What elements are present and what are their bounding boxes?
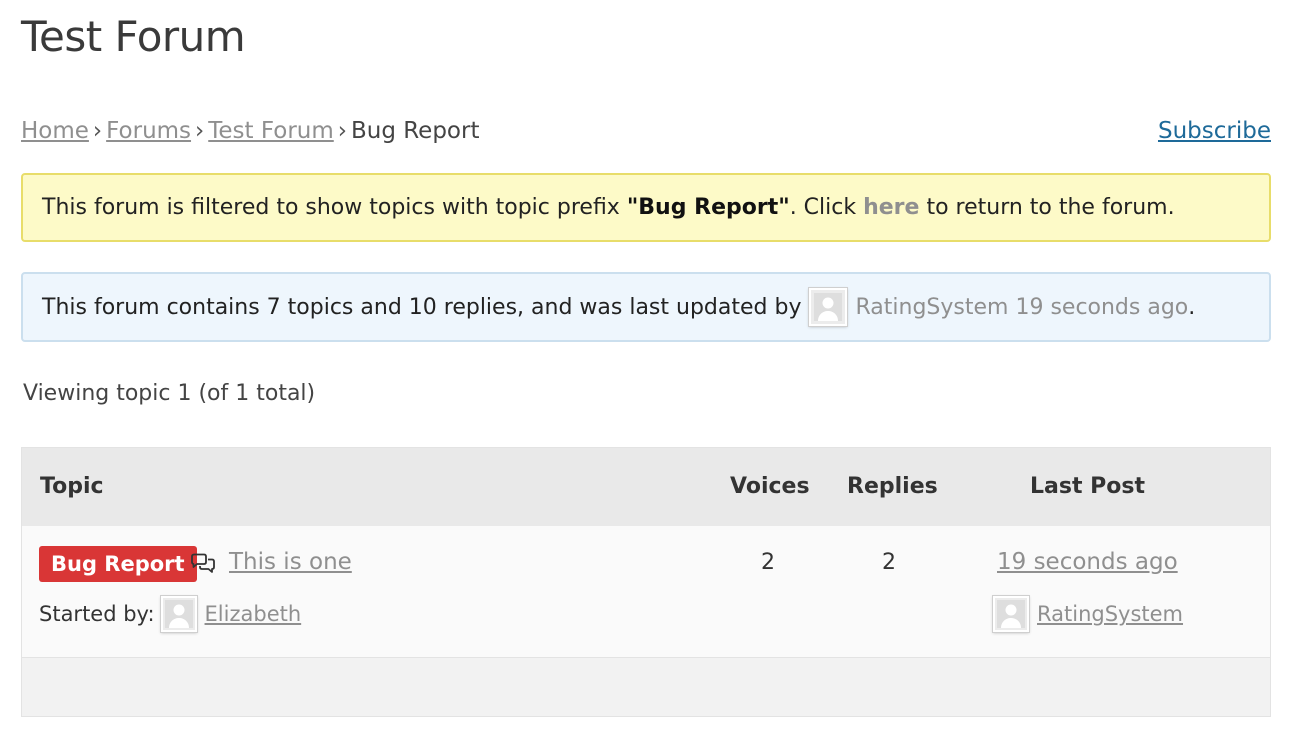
filter-notice: This forum is filtered to show topics wi…: [21, 173, 1271, 242]
topic-prefix-badge[interactable]: Bug Report: [39, 546, 197, 582]
breadcrumb-home-link[interactable]: Home: [21, 118, 89, 144]
breadcrumb-separator: ›: [195, 118, 205, 144]
breadcrumb-current: Bug Report: [350, 118, 480, 144]
breadcrumb-forums-link[interactable]: Forums: [106, 118, 191, 144]
topics-table: Topic Voices Replies Last Post Bug Repor…: [21, 447, 1271, 717]
page-title: Test Forum: [21, 12, 246, 61]
last-post-author: RatingSystem: [993, 596, 1183, 632]
chat-bubbles-icon: [191, 553, 215, 573]
last-updated-user-link[interactable]: RatingSystem: [855, 295, 1008, 320]
filter-notice-text: This forum is filtered to show topics wi…: [42, 195, 1175, 220]
topic-started-by: Started by: Elizabeth: [39, 596, 301, 632]
forum-info-end: .: [1188, 294, 1196, 320]
started-by-label: Started by:: [39, 602, 155, 626]
topic-voices-count: 2: [761, 550, 775, 575]
topic-title-link[interactable]: This is one: [229, 549, 352, 575]
subscribe-link[interactable]: Subscribe: [1158, 118, 1271, 144]
default-avatar-icon[interactable]: [993, 596, 1029, 632]
return-to-forum-link[interactable]: here: [863, 195, 919, 220]
breadcrumb-separator: ›: [337, 118, 347, 144]
breadcrumb-separator: ›: [92, 118, 103, 144]
table-header: Topic Voices Replies Last Post: [22, 448, 1270, 526]
default-avatar-icon[interactable]: [160, 596, 197, 632]
table-row: Bug Report This is one Started by: Eliza…: [22, 526, 1270, 658]
header-replies: Replies: [847, 474, 938, 499]
pagination-count: Viewing topic 1 (of 1 total): [23, 381, 316, 406]
breadcrumb-forum-link[interactable]: Test Forum: [208, 118, 334, 144]
filter-prefix-name: "Bug Report": [626, 195, 790, 220]
forum-info-notice: This forum contains 7 topics and 10 repl…: [21, 272, 1271, 342]
last-updated-time-link[interactable]: 19 seconds ago: [1015, 295, 1188, 320]
header-voices: Voices: [730, 474, 810, 499]
breadcrumb: Home › Forums › Test Forum › Bug Report: [21, 118, 479, 144]
default-avatar-icon[interactable]: [809, 288, 848, 326]
last-post-user-link[interactable]: RatingSystem: [1037, 602, 1183, 626]
topic-author-link[interactable]: Elizabeth: [205, 602, 302, 626]
topic-replies-count: 2: [882, 550, 896, 575]
last-post-time-link[interactable]: 19 seconds ago: [997, 549, 1178, 575]
header-topic: Topic: [40, 474, 104, 499]
header-last-post: Last Post: [1030, 474, 1145, 499]
forum-info-text: This forum contains 7 topics and 10 repl…: [42, 294, 802, 320]
